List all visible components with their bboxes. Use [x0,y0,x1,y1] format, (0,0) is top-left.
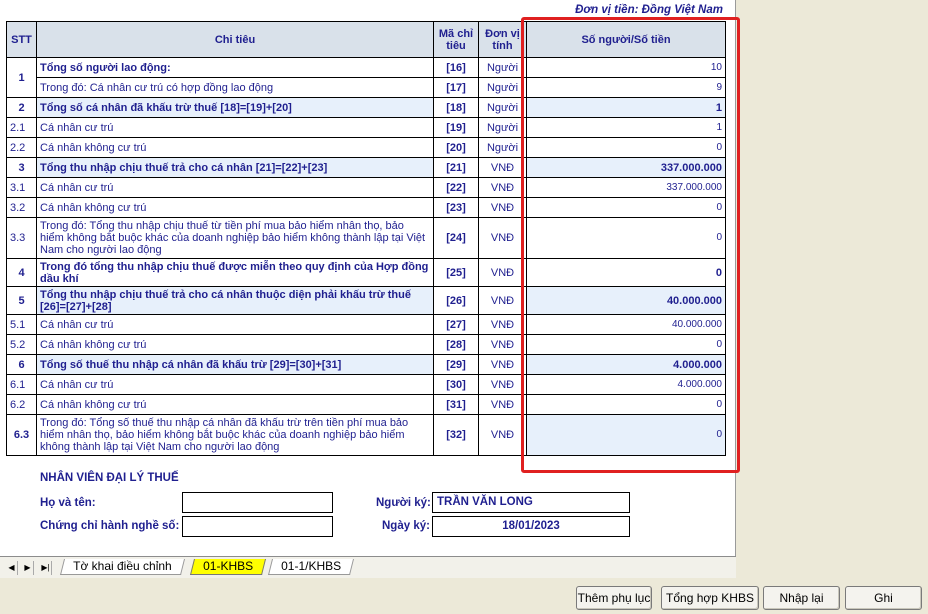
agent-section-title: NHÂN VIÊN ĐẠI LÝ THUẾ [40,472,179,484]
row-stt: 5.1 [6,314,37,335]
row-name: Trong đó tổng thu nhập chịu thuế được mi… [36,258,434,287]
row-code: [17] [433,77,479,98]
row-code: [23] [433,197,479,218]
tab-to-khai-dieu-chinh[interactable]: Tờ khai điều chỉnh [60,559,185,575]
sheet-tabs-bar: ◀ ▶ ▶| Tờ khai điều chỉnh 01-KHBS 01-1/K… [0,556,736,578]
row-unit: Người [478,77,527,98]
sign-date-input[interactable]: 18/01/2023 [432,516,630,537]
signer-label: Người ký: [376,497,431,509]
row-code: [24] [433,217,479,259]
row-name: Trong đó: Tổng số thuế thu nhập cá nhân … [36,414,434,456]
row-stt: 6.3 [6,414,37,456]
row-code: [26] [433,286,479,315]
row-name: Cá nhân cư trú [36,177,434,198]
row-unit: VNĐ [478,314,527,335]
row-code: [16] [433,57,479,78]
row-name: Trong đó: Tổng thu nhập chịu thuế từ tiề… [36,217,434,259]
first-tab-icon[interactable]: ◀ [6,561,18,575]
declaration-sheet: Đơn vị tiền: Đồng Việt Nam STT Chi tiêu … [0,0,740,556]
row-name: Trong đó: Cá nhân cư trú có hợp đồng lao… [36,77,434,98]
row-unit: Người [478,117,527,138]
tab-label: 01-1/KHBS [281,559,342,573]
header-unit: Đơn vị tính [478,21,527,58]
row-code: [31] [433,394,479,415]
sign-date-label: Ngày ký: [382,520,430,532]
agent-cert-label: Chứng chỉ hành nghề số: [40,520,180,532]
row-name: Tổng thu nhập chịu thuế trả cho cá nhân … [36,157,434,178]
row-stt: 6.1 [6,374,37,395]
row-code: [19] [433,117,479,138]
row-code: [20] [433,137,479,158]
tab-label: 01-KHBS [203,559,254,573]
row-code: [28] [433,334,479,355]
row-code: [30] [433,374,479,395]
tab-01-1-khbs[interactable]: 01-1/KHBS [268,559,355,575]
reset-button[interactable]: Nhập lại [763,586,840,610]
row-stt: 6 [6,354,37,375]
row-name: Tổng số thuế thu nhập cá nhân đã khấu tr… [36,354,434,375]
add-appendix-button[interactable]: Thêm phụ lục [576,586,652,610]
currency-unit-note: Đơn vị tiền: Đồng Việt Nam [575,4,723,16]
row-unit: Người [478,57,527,78]
header-name: Chi tiêu [36,21,434,58]
row-stt: 3 [6,157,37,178]
row-stt: 1 [6,57,37,98]
row-unit: VNĐ [478,217,527,259]
row-unit: VNĐ [478,334,527,355]
agent-cert-input[interactable] [182,516,333,537]
row-name: Cá nhân cư trú [36,117,434,138]
row-name: Cá nhân cư trú [36,374,434,395]
row-code: [29] [433,354,479,375]
row-unit: VNĐ [478,394,527,415]
agent-name-label: Họ và tên: [40,497,96,509]
prev-tab-icon[interactable]: ▶ [22,561,34,575]
row-name: Cá nhân không cư trú [36,137,434,158]
row-unit: VNĐ [478,286,527,315]
row-name: Cá nhân không cư trú [36,334,434,355]
row-unit: VNĐ [478,258,527,287]
signer-input[interactable]: TRẦN VĂN LONG [432,492,630,513]
row-code: [22] [433,177,479,198]
row-name: Cá nhân không cư trú [36,197,434,218]
row-stt: 2.1 [6,117,37,138]
row-unit: Người [478,137,527,158]
row-code: [25] [433,258,479,287]
row-stt: 6.2 [6,394,37,415]
row-stt: 3.1 [6,177,37,198]
row-stt: 5.2 [6,334,37,355]
row-unit: VNĐ [478,197,527,218]
row-unit: VNĐ [478,177,527,198]
row-name: Tổng thu nhập chịu thuế trả cho cá nhân … [36,286,434,315]
row-stt: 4 [6,258,37,287]
row-unit: VNĐ [478,354,527,375]
row-name: Tổng số người lao động: [36,57,434,78]
row-stt: 3.3 [6,217,37,259]
row-unit: VNĐ [478,374,527,395]
row-unit: VNĐ [478,157,527,178]
agent-name-input[interactable] [182,492,333,513]
row-code: [27] [433,314,479,335]
row-name: Cá nhân không cư trú [36,394,434,415]
row-code: [32] [433,414,479,456]
header-stt: STT [6,21,37,58]
row-unit: Người [478,97,527,118]
row-code: [18] [433,97,479,118]
row-unit: VNĐ [478,414,527,456]
tab-label: Tờ khai điều chỉnh [73,559,172,573]
row-code: [21] [433,157,479,178]
last-tab-icon[interactable]: ▶| [40,561,52,575]
row-name: Tổng số cá nhân đã khấu trừ thuế [18]=[1… [36,97,434,118]
summary-khbs-button[interactable]: Tổng hợp KHBS [661,586,759,610]
row-stt: 2 [6,97,37,118]
save-button[interactable]: Ghi [845,586,922,610]
row-stt: 5 [6,286,37,315]
tab-01-khbs[interactable]: 01-KHBS [190,559,267,575]
row-stt: 3.2 [6,197,37,218]
header-code: Mã chỉ tiêu [433,21,479,58]
row-stt: 2.2 [6,137,37,158]
row-name: Cá nhân cư trú [36,314,434,335]
value-column-highlight [521,17,740,473]
